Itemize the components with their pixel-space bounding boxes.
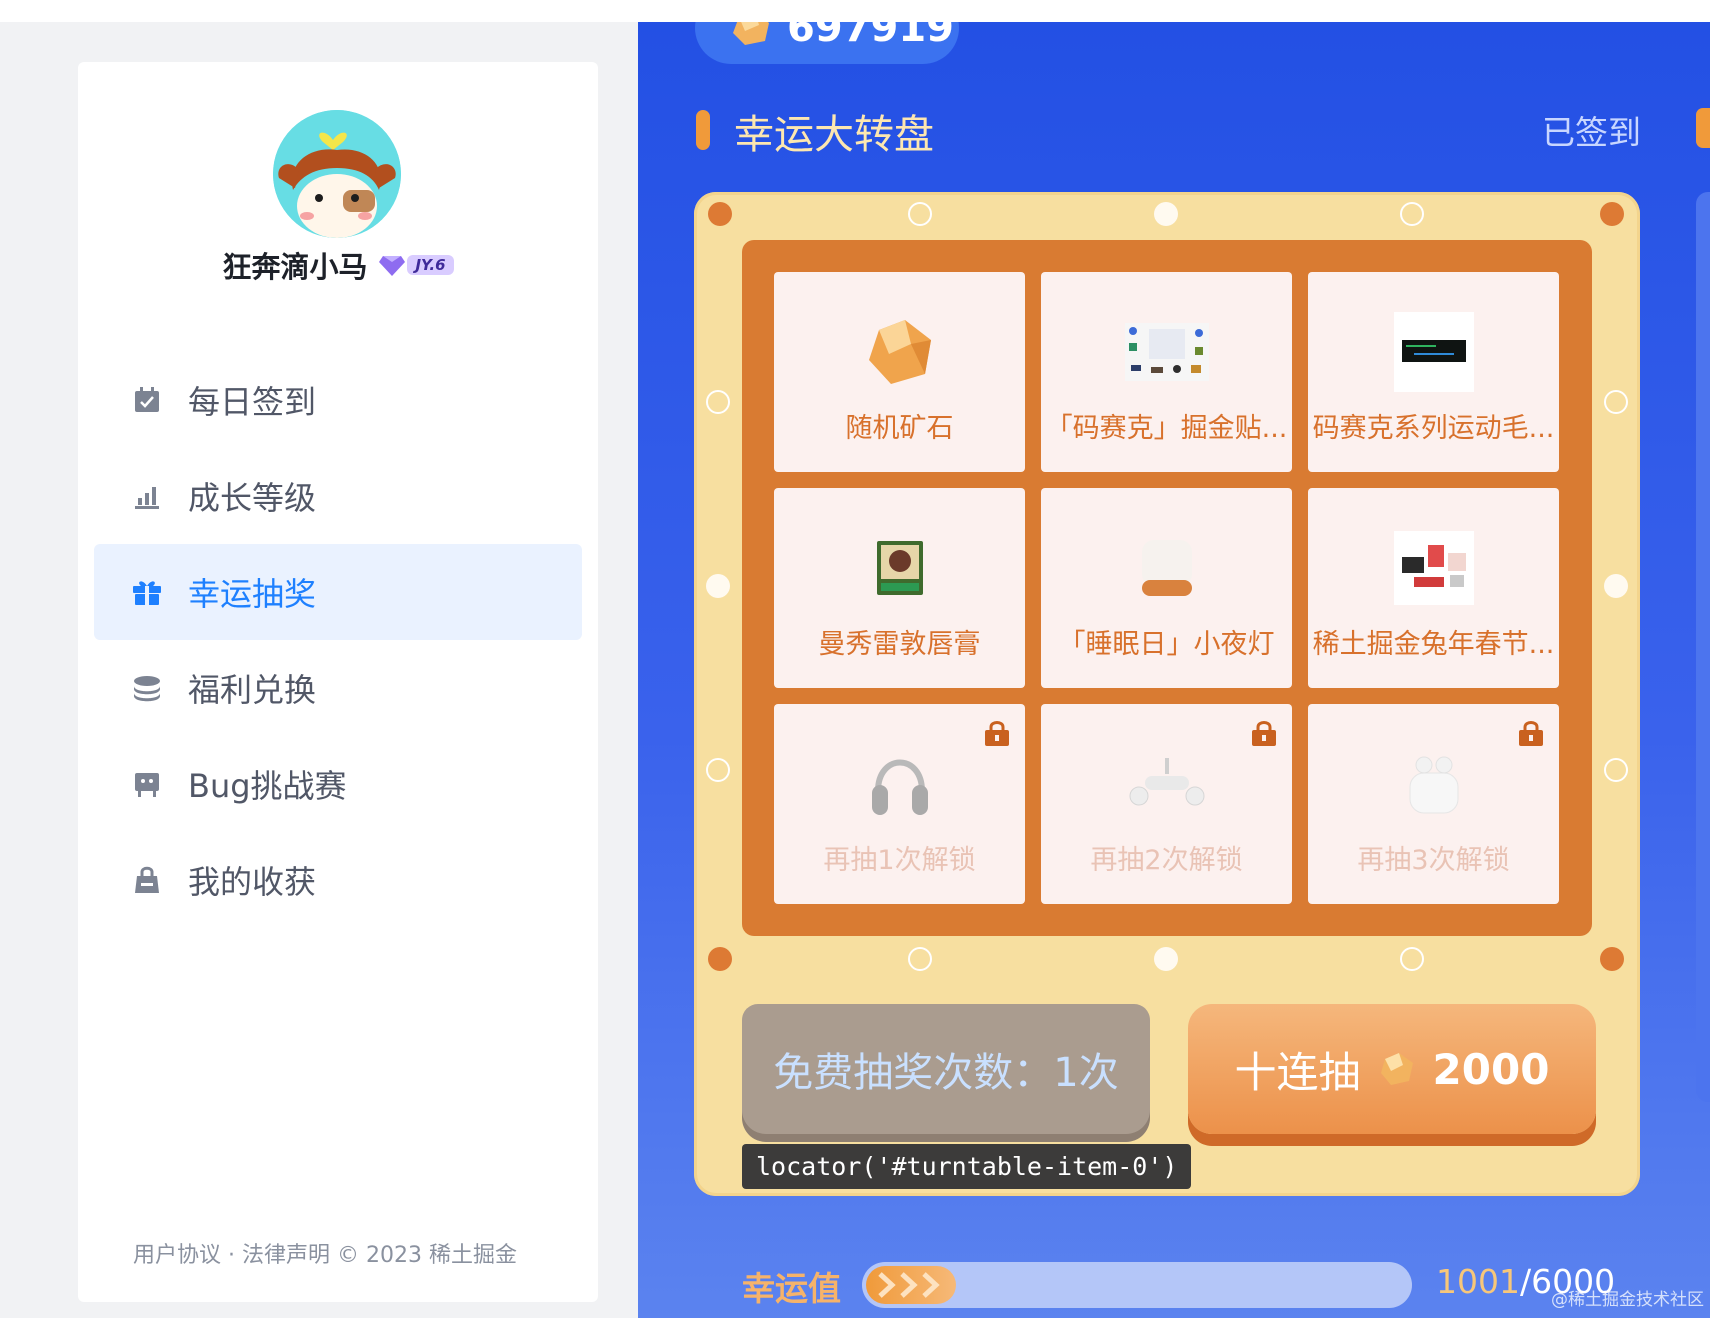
board-dot [1604,574,1628,598]
sidebar-item-label: 幸运抽奖 [188,575,317,613]
sidebar-item-label: 我的收获 [188,863,317,901]
gift-icon [132,577,162,607]
prize-cell-locked[interactable]: 再抽2次解锁 [1041,704,1292,904]
sidebar-item-daily-checkin[interactable]: 每日签到 [94,352,582,448]
sidebar-item-label: 每日签到 [188,383,317,421]
coin-stack-icon [132,673,162,703]
board-dot [1604,758,1628,782]
earbuds-icon [1384,734,1484,834]
board-dot [908,202,932,226]
prize-label: 稀土掘金兔年春节... [1312,629,1555,660]
prize-cell[interactable]: 「睡眠日」小夜灯 [1041,488,1292,688]
towel-icon [1384,302,1484,402]
sidebar-item-label: 福利兑换 [188,671,317,709]
gift-box-set-icon [1384,518,1484,618]
checkin-status[interactable]: 已签到 [1542,106,1641,154]
board-dot [706,574,730,598]
board-dot [1600,202,1624,226]
diamond-icon [379,256,406,276]
board-dot [708,947,732,971]
prize-cell[interactable]: 「码赛克」掘金贴... [1041,272,1292,472]
points-value: 697919 [787,22,954,51]
next-section-accent-bar [1696,108,1710,148]
locator-tooltip: locator('#turntable-item-0') [742,1144,1192,1189]
top-strip [0,0,1710,22]
board-dot [1154,947,1178,971]
prize-label: 「睡眠日」小夜灯 [1058,629,1275,660]
prize-cell[interactable]: 随机矿石 [774,272,1025,472]
prize-label: 再抽2次解锁 [1090,845,1243,876]
board-dot [1604,390,1628,414]
bar-chart-icon [132,481,162,511]
bug-board-icon [132,769,162,799]
luck-progress-fill [866,1266,956,1304]
prize-label: 码赛克系列运动毛... [1312,413,1555,444]
lottery-title: 幸运大转盘 [734,112,934,158]
chevrons-icon [878,1272,940,1298]
prize-label: 再抽3次解锁 [1357,845,1510,876]
ten-draw-price: 2000 [1432,1044,1550,1094]
board-dot [706,758,730,782]
sidebar-item-bug-challenge[interactable]: Bug挑战赛 [94,736,582,832]
luck-label: 幸运值 [742,1269,841,1308]
sticker-sheet-icon [1117,302,1217,402]
prize-grid: 随机矿石 「码赛克」掘金贴... 码赛克系列运动毛... 曼秀雷敦唇膏 「睡眠日… [742,240,1592,936]
ore-icon [733,22,769,45]
board-dot [908,947,932,971]
sidebar-item-label: Bug挑战赛 [188,767,347,805]
lip-balm-icon [850,518,950,618]
free-draw-button[interactable]: 免费抽奖次数：1次 [742,1004,1150,1134]
sidebar-item-welfare-exchange[interactable]: 福利兑换 [94,640,582,736]
board-dot [1154,202,1178,226]
board-dot [1600,947,1624,971]
prize-cell[interactable]: 曼秀雷敦唇膏 [774,488,1025,688]
prize-label: 再抽1次解锁 [823,845,976,876]
username[interactable]: 狂奔滴小马 [222,244,367,286]
next-card-edge [1696,192,1710,1102]
prize-label: 曼秀雷敦唇膏 [818,629,981,660]
night-lamp-icon [1117,518,1217,618]
sidebar-nav: 每日签到 成长等级 幸运抽奖 福利兑换 Bug挑战赛 我的收获 [94,352,582,928]
prize-label: 随机矿石 [845,413,954,444]
lock-icon [1517,720,1545,750]
luck-current: 1001 [1436,1262,1520,1301]
sidebar: 狂奔滴小马 JY.6 每日签到 成长等级 幸运抽奖 福利兑换 Bug挑战赛 我的… [78,62,598,1302]
ore-icon [1380,1053,1413,1085]
board-dot [708,202,732,226]
turntable-board: 随机矿石 「码赛克」掘金贴... 码赛克系列运动毛... 曼秀雷敦唇膏 「睡眠日… [694,192,1640,1196]
luck-progress-bar [862,1262,1412,1308]
headphones-icon [850,734,950,834]
footer-links[interactable]: 用户协议 · 法律声明 © 2023 稀土掘金 [133,1237,517,1269]
prize-label: 「码赛克」掘金贴... [1045,413,1288,444]
drone-icon [1117,734,1217,834]
watermark: @稀土掘金技术社区 [1551,1290,1704,1310]
sidebar-item-label: 成长等级 [188,479,317,517]
points-pill: 697919 [695,22,959,64]
board-dot [1400,947,1424,971]
bag-icon [132,865,162,895]
ore-icon [850,302,950,402]
header-accent-bar [696,110,710,150]
board-dot [706,390,730,414]
board-dot [1400,202,1424,226]
level-badge[interactable]: JY.6 [379,254,454,276]
sidebar-item-my-rewards[interactable]: 我的收获 [94,832,582,928]
prize-cell-locked[interactable]: 再抽1次解锁 [774,704,1025,904]
prize-cell[interactable]: 码赛克系列运动毛... [1308,272,1559,472]
level-text: JY.6 [407,255,454,275]
lottery-panel: 697919 幸运大转盘 已签到 随机矿石 「码赛克」掘金贴... 码赛克系列运… [638,22,1710,1318]
lock-icon [1250,720,1278,750]
ten-draw-button[interactable]: 十连抽 2000 [1188,1004,1596,1134]
prize-cell-locked[interactable]: 再抽3次解锁 [1308,704,1559,904]
sidebar-item-growth-level[interactable]: 成长等级 [94,448,582,544]
sidebar-item-lucky-draw[interactable]: 幸运抽奖 [94,544,582,640]
prize-cell[interactable]: 稀土掘金兔年春节... [1308,488,1559,688]
calendar-check-icon [132,385,162,415]
user-row: 狂奔滴小马 JY.6 [78,244,598,286]
lock-icon [983,720,1011,750]
avatar[interactable] [273,110,401,238]
ten-draw-label: 十连抽 [1234,1047,1361,1097]
